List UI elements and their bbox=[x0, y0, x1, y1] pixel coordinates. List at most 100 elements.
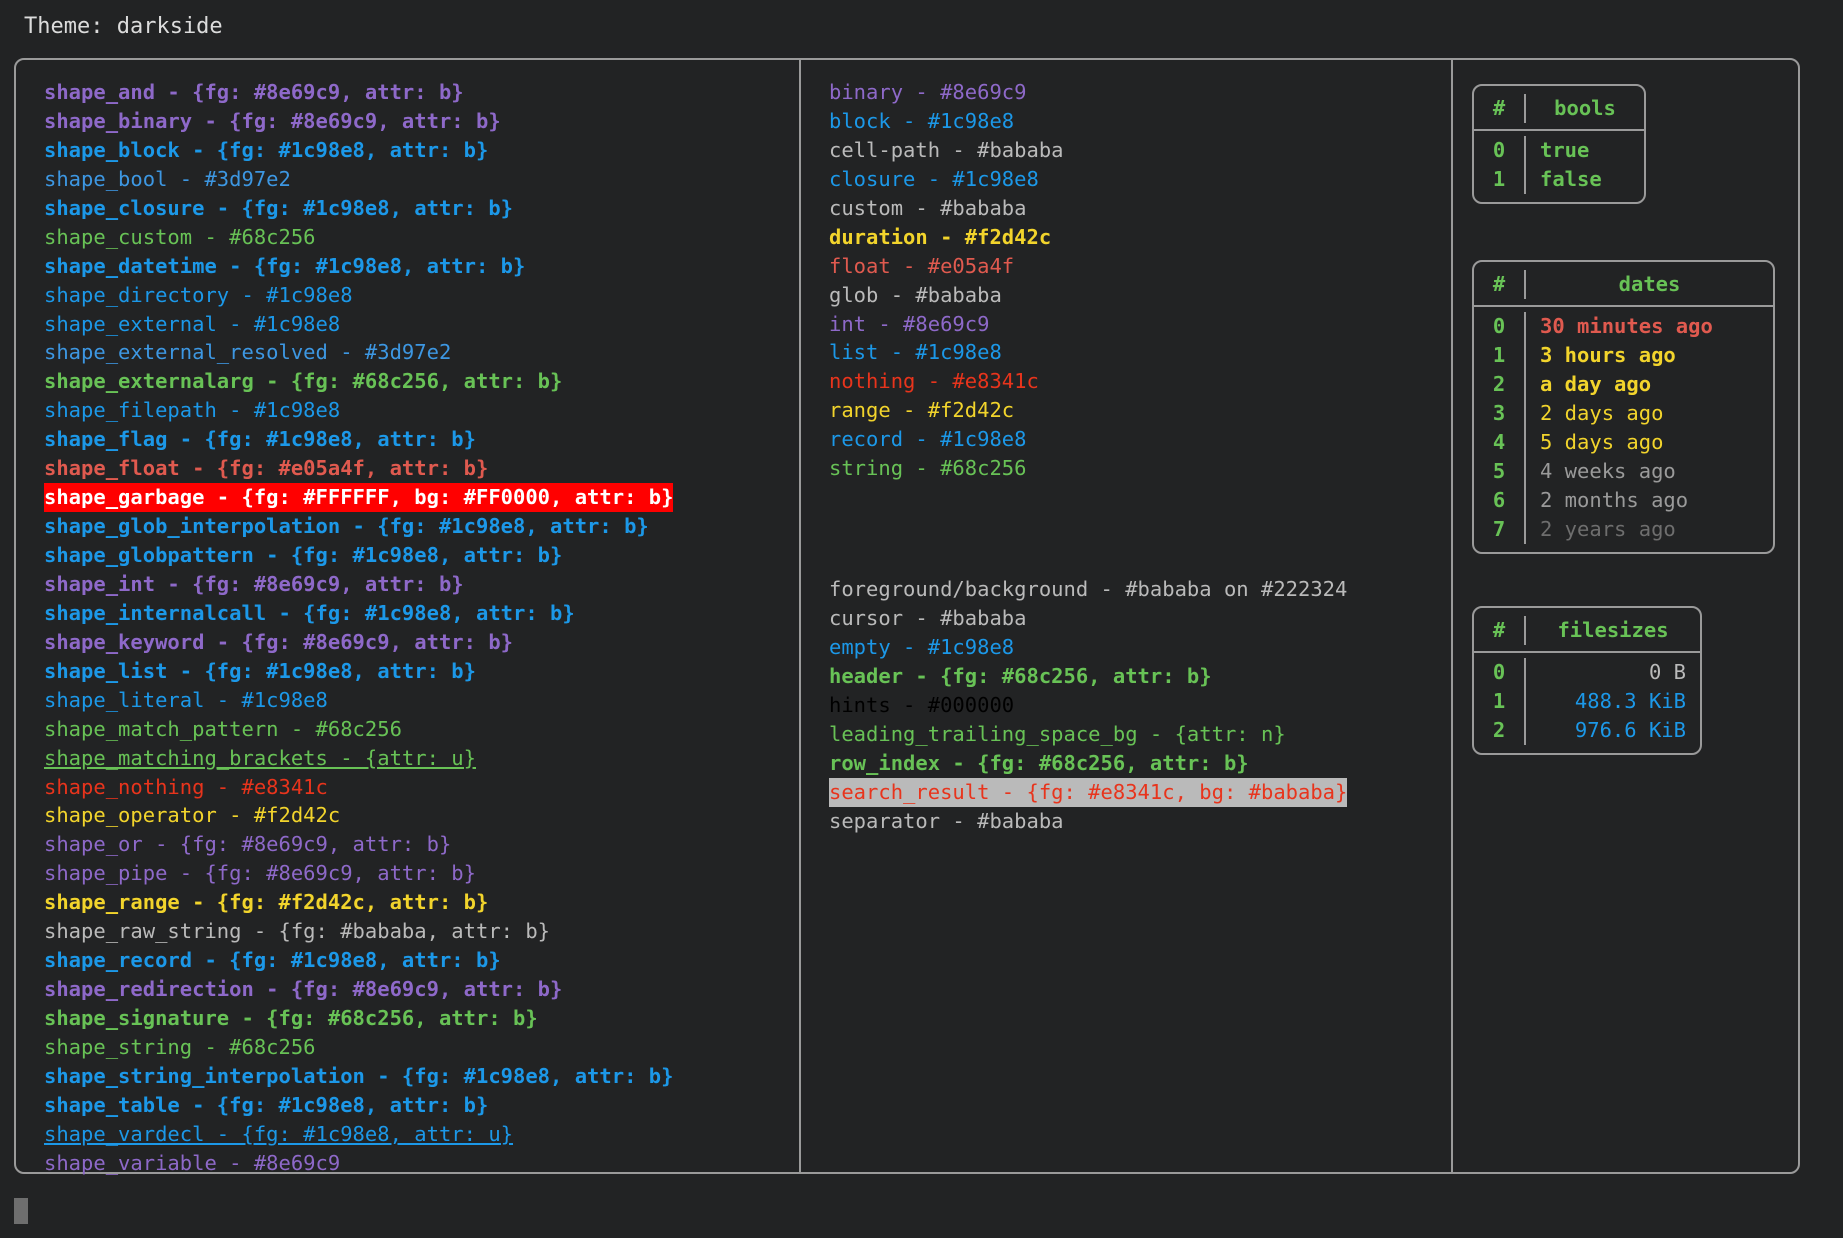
shape-entry-text: shape_filepath - #1c98e8 bbox=[44, 398, 341, 423]
type-line: custom - #bababa bbox=[829, 194, 1451, 223]
shape-entry-text: shape_variable - #8e69c9 bbox=[44, 1150, 341, 1175]
shape-line: shape_range - {fg: #f2d42c, attr: b} bbox=[44, 888, 799, 917]
theme-title: Theme: darkside bbox=[24, 14, 223, 39]
row-index-cell: 5 bbox=[1474, 456, 1526, 486]
row-value-cell: false bbox=[1540, 166, 1602, 191]
shape-entry-text: shape_bool - #3d97e2 bbox=[44, 166, 291, 191]
table-row: 2 a day ago bbox=[1474, 369, 1773, 399]
shape-entry-text: shape_redirection - {fg: #8e69c9, attr: … bbox=[44, 977, 563, 1002]
shape-entry-text: shape_custom - #68c256 bbox=[44, 224, 316, 249]
table-row: 7 2 years ago bbox=[1474, 514, 1773, 544]
filesizes-table-body: 0 0 B 1 488.3 KiB 2 976.6 KiB bbox=[1474, 653, 1700, 753]
shape-entry-text: shape_string - #68c256 bbox=[44, 1034, 316, 1059]
shape-entry-text: shape_raw_string - {fg: #bababa, attr: b… bbox=[44, 919, 551, 944]
row-value-cell: 2 days ago bbox=[1540, 400, 1664, 425]
shape-line: shape_internalcall - {fg: #1c98e8, attr:… bbox=[44, 599, 799, 628]
ui-line: foreground/background - #bababa on #2223… bbox=[829, 575, 1451, 604]
row-value-cell: true bbox=[1540, 137, 1590, 162]
shape-line: shape_float - {fg: #e05a4f, attr: b} bbox=[44, 454, 799, 483]
row-index-cell: 1 bbox=[1474, 340, 1526, 370]
shape-entry-text: shape_list - {fg: #1c98e8, attr: b} bbox=[44, 658, 476, 683]
shape-line: shape_externalarg - {fg: #68c256, attr: … bbox=[44, 367, 799, 396]
row-value-cell: a day ago bbox=[1540, 371, 1652, 396]
shape-entry-text: shape_literal - #1c98e8 bbox=[44, 687, 328, 712]
filesizes-col-index: # bbox=[1474, 616, 1526, 645]
shape-entry-text: shape_pipe - {fg: #8e69c9, attr: b} bbox=[44, 861, 476, 886]
type-entry-text: cell-path - #bababa bbox=[829, 137, 1064, 162]
table-row: 3 2 days ago bbox=[1474, 398, 1773, 428]
bools-table-body: 0 true 1 false bbox=[1474, 131, 1644, 202]
type-line: block - #1c98e8 bbox=[829, 107, 1451, 136]
shape-line: shape_redirection - {fg: #8e69c9, attr: … bbox=[44, 975, 799, 1004]
type-entry-text: duration - #f2d42c bbox=[829, 224, 1052, 249]
shape-line: shape_string - #68c256 bbox=[44, 1033, 799, 1062]
filesizes-table-header: # filesizes bbox=[1474, 608, 1700, 653]
shape-entry-text: shape_globpattern - {fg: #1c98e8, attr: … bbox=[44, 543, 563, 567]
shape-line: shape_garbage - {fg: #FFFFFF, bg: #FF000… bbox=[44, 483, 799, 513]
ui-entry-text: row_index - {fg: #68c256, attr: b} bbox=[829, 750, 1249, 775]
row-value-cell: 488.3 KiB bbox=[1574, 688, 1686, 713]
type-entry-text: int - #8e69c9 bbox=[829, 311, 990, 336]
shape-entry-text: shape_external - #1c98e8 bbox=[44, 311, 341, 336]
shape-entry-text: shape_int - {fg: #8e69c9, attr: b} bbox=[44, 571, 464, 596]
row-value-cell: 3 hours ago bbox=[1540, 342, 1676, 367]
shape-line: shape_operator - #f2d42c bbox=[44, 801, 799, 830]
shapes-column: shape_and - {fg: #8e69c9, attr: b} shape_… bbox=[16, 60, 801, 1175]
shape-line: shape_table - {fg: #1c98e8, attr: b} bbox=[44, 1091, 799, 1120]
shape-entry-text: shape_table - {fg: #1c98e8, attr: b} bbox=[44, 1092, 489, 1117]
shape-entry-text: shape_datetime - {fg: #1c98e8, attr: b} bbox=[44, 253, 526, 278]
bools-table: # bools 0 true 1 false bbox=[1472, 84, 1646, 204]
type-entry-text: closure - #1c98e8 bbox=[829, 166, 1039, 191]
row-value-cell: 2 years ago bbox=[1540, 516, 1676, 541]
shape-line: shape_closure - {fg: #1c98e8, attr: b} bbox=[44, 194, 799, 223]
shape-entry-text: shape_signature - {fg: #68c256, attr: b} bbox=[44, 1006, 538, 1030]
shape-line: shape_flag - {fg: #1c98e8, attr: b} bbox=[44, 425, 799, 454]
row-index-cell: 4 bbox=[1474, 427, 1526, 457]
type-line: glob - #bababa bbox=[829, 281, 1451, 310]
shape-line: shape_signature - {fg: #68c256, attr: b} bbox=[44, 1004, 799, 1033]
ui-elements-list: foreground/background - #bababa on #2223… bbox=[801, 569, 1451, 835]
table-row: 4 5 days ago bbox=[1474, 427, 1773, 457]
shape-line: shape_variable - #8e69c9 bbox=[44, 1149, 799, 1178]
shape-line: shape_binary - {fg: #8e69c9, attr: b} bbox=[44, 107, 799, 136]
ui-entry-text: empty - #1c98e8 bbox=[829, 635, 1015, 659]
type-entry-text: nothing - #e8341c bbox=[829, 369, 1039, 394]
table-row: 1 3 hours ago bbox=[1474, 340, 1773, 370]
bools-col-value: bools bbox=[1554, 96, 1616, 120]
type-entry-text: record - #1c98e8 bbox=[829, 427, 1027, 452]
shape-line: shape_external_resolved - #3d97e2 bbox=[44, 338, 799, 367]
shape-line: shape_pipe - {fg: #8e69c9, attr: b} bbox=[44, 859, 799, 888]
shape-line: shape_external - #1c98e8 bbox=[44, 310, 799, 339]
table-row: 1 488.3 KiB bbox=[1474, 686, 1700, 716]
ui-entry-text: leading_trailing_space_bg - {attr: n} bbox=[829, 721, 1286, 746]
ui-line: hints - #000000 bbox=[829, 691, 1451, 720]
type-line: closure - #1c98e8 bbox=[829, 165, 1451, 194]
shape-entry-text: shape_flag - {fg: #1c98e8, attr: b} bbox=[44, 427, 476, 452]
shape-line: shape_and - {fg: #8e69c9, attr: b} bbox=[44, 78, 799, 107]
table-row: 1 false bbox=[1474, 164, 1644, 194]
shape-line: shape_keyword - {fg: #8e69c9, attr: b} bbox=[44, 628, 799, 657]
row-index-cell: 3 bbox=[1474, 398, 1526, 428]
ui-line: separator - #bababa bbox=[829, 807, 1451, 836]
shape-entry-text: shape_range - {fg: #f2d42c, attr: b} bbox=[44, 890, 489, 915]
dates-col-index: # bbox=[1474, 270, 1526, 299]
dates-table-header: # dates bbox=[1474, 262, 1773, 307]
table-row: 2 976.6 KiB bbox=[1474, 715, 1700, 745]
bools-col-index: # bbox=[1474, 94, 1526, 123]
shape-line: shape_block - {fg: #1c98e8, attr: b} bbox=[44, 136, 799, 165]
shapes-list: shape_and - {fg: #8e69c9, attr: b} shape_… bbox=[16, 72, 799, 1178]
table-row: 0 0 B bbox=[1474, 657, 1700, 687]
filesizes-col-value: filesizes bbox=[1557, 618, 1669, 642]
shape-line: shape_directory - #1c98e8 bbox=[44, 281, 799, 310]
shape-entry-text: shape_match_pattern - #68c256 bbox=[44, 716, 402, 741]
row-index-cell: 0 bbox=[1474, 657, 1526, 687]
shape-entry-text: shape_matching_brackets - {attr: u} bbox=[44, 745, 476, 770]
dates-col-value: dates bbox=[1618, 272, 1681, 296]
ui-line: leading_trailing_space_bg - {attr: n} bbox=[829, 720, 1451, 749]
type-entry-text: block - #1c98e8 bbox=[829, 108, 1015, 133]
dates-table: # dates 0 30 minutes ago 1 3 hours ago 2 a da… bbox=[1472, 260, 1775, 554]
row-value-cell: 976.6 KiB bbox=[1574, 717, 1686, 742]
shape-entry-text: shape_block - {fg: #1c98e8, attr: b} bbox=[44, 137, 489, 162]
table-row: 5 4 weeks ago bbox=[1474, 456, 1773, 486]
